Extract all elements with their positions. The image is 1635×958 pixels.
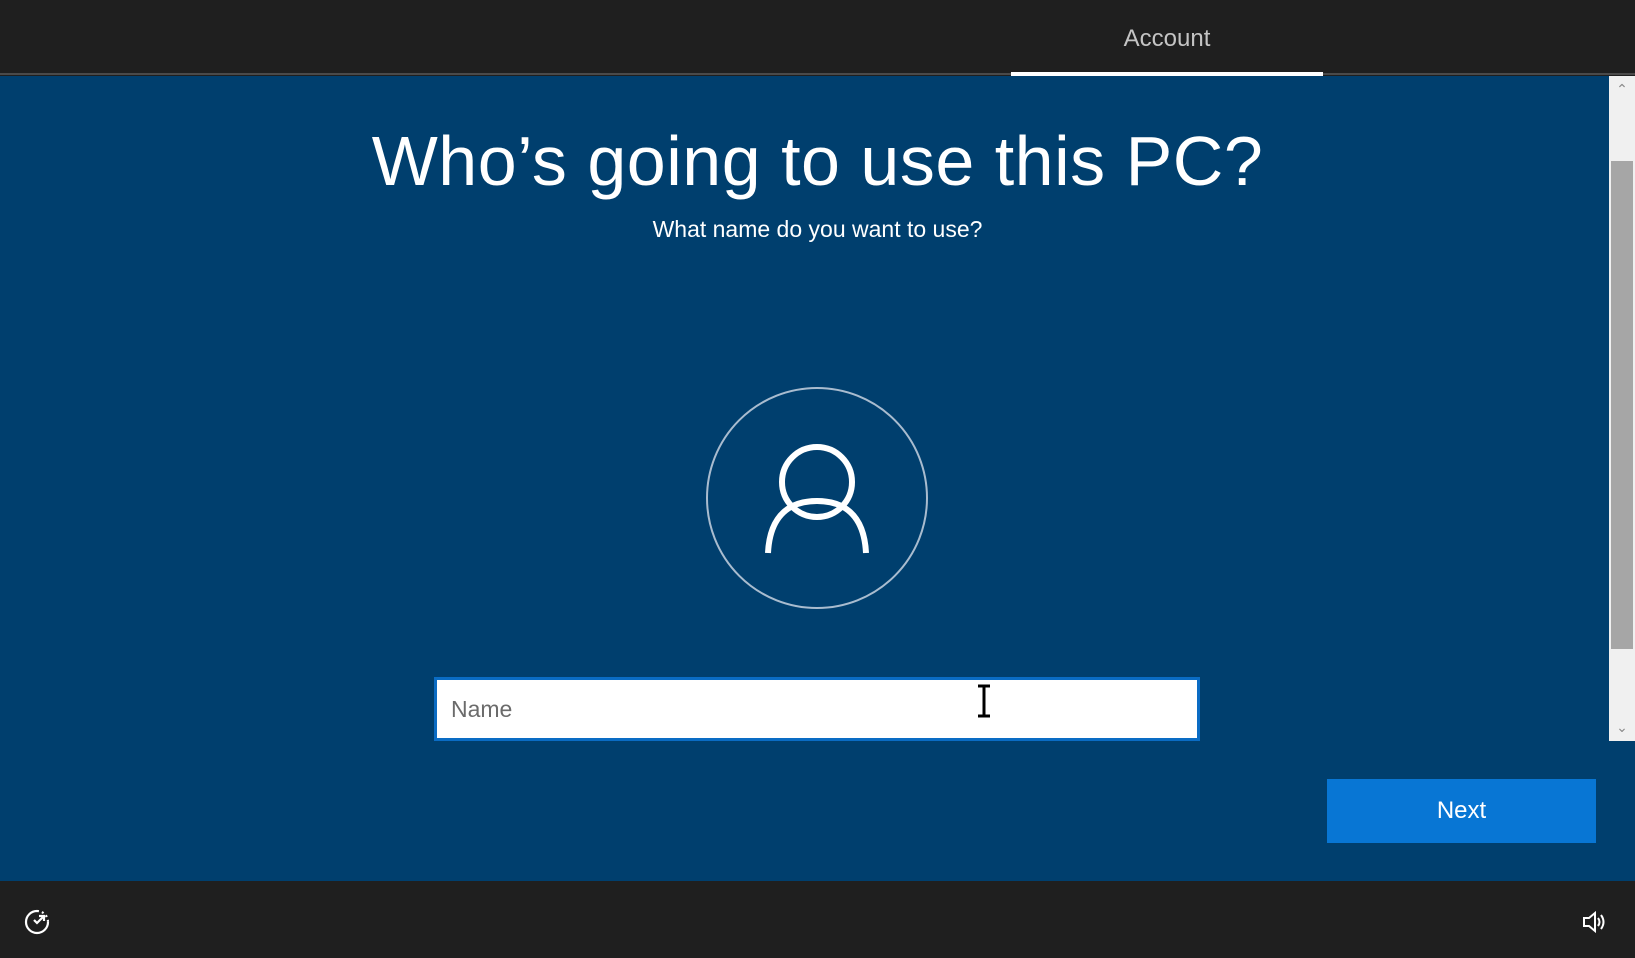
text-cursor-icon bbox=[978, 684, 990, 718]
name-input[interactable] bbox=[434, 677, 1200, 741]
page-title: Who’s going to use this PC? bbox=[371, 122, 1264, 200]
page-subtitle: What name do you want to use? bbox=[652, 216, 983, 242]
oobe-screen: Account Who’s going to use this PC? What… bbox=[0, 0, 1635, 958]
volume-icon[interactable] bbox=[1580, 908, 1608, 936]
scrollbar-thumb[interactable] bbox=[1611, 161, 1633, 649]
scroll-down-arrow-icon[interactable]: ⌄ bbox=[1609, 716, 1635, 738]
top-bar-divider bbox=[0, 73, 1635, 75]
bottom-bar bbox=[0, 881, 1635, 958]
avatar bbox=[706, 387, 928, 609]
tab-account: Account bbox=[1123, 25, 1211, 52]
main-panel: Who’s going to use this PC? What name do… bbox=[0, 76, 1635, 881]
person-icon bbox=[765, 444, 869, 554]
top-bar: Account bbox=[0, 0, 1635, 76]
scroll-up-arrow-icon[interactable]: ⌃ bbox=[1609, 78, 1635, 100]
next-button[interactable]: Next bbox=[1327, 779, 1596, 843]
ease-of-access-icon[interactable] bbox=[22, 907, 52, 937]
